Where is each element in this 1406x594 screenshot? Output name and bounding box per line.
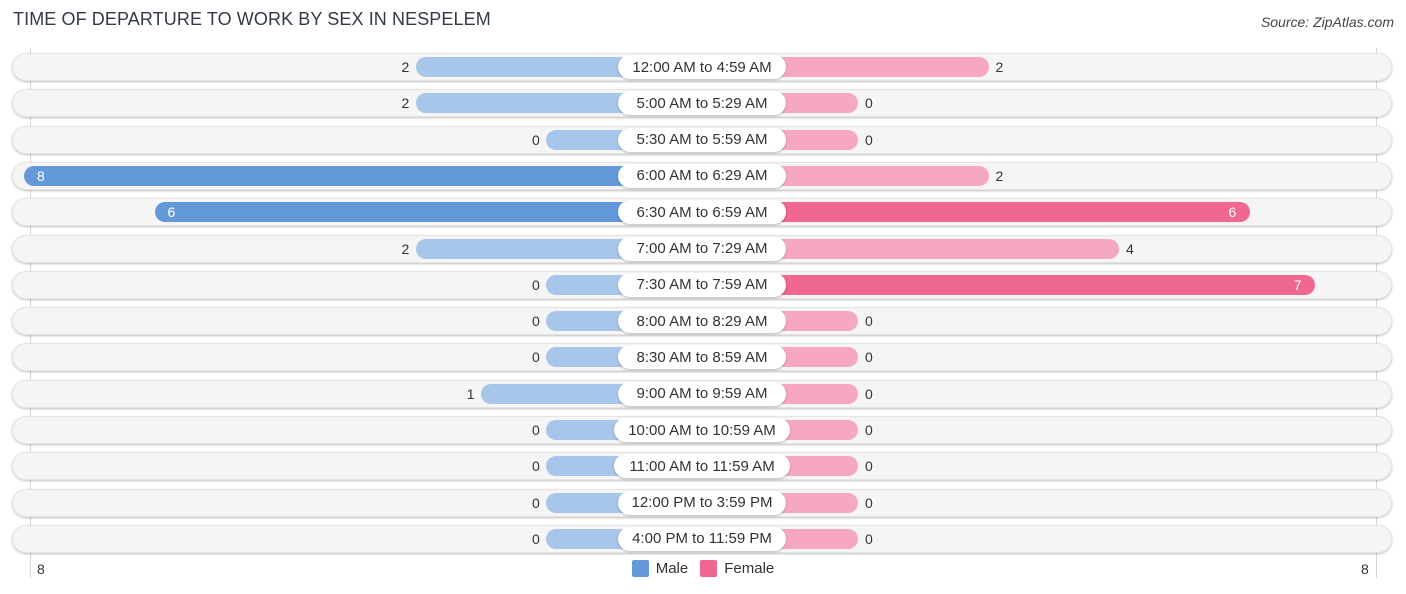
category-label: 10:00 AM to 10:59 AM [614,418,790,442]
value-label-female: 0 [865,385,873,402]
value-label-female: 0 [865,131,873,148]
legend-swatch-female [700,560,718,577]
legend-item-male[interactable]: Male [631,560,689,577]
legend-label-male: Male [655,560,689,577]
category-label: 8:30 AM to 8:59 AM [618,345,786,370]
value-label-male: 1 [466,385,475,402]
legend-label-female: Female [724,560,775,577]
value-label-female: 0 [865,494,873,511]
value-label-male: 0 [532,131,540,148]
value-label-female: 0 [865,422,873,438]
value-label-male: 8 [37,167,45,184]
value-label-female: 0 [865,349,873,366]
value-label-male: 0 [532,276,540,293]
bar-female[interactable] [700,274,1315,295]
legend: Male Female [0,560,1406,577]
value-label-male: 0 [532,422,540,438]
category-label: 5:30 AM to 5:59 AM [618,127,786,152]
value-label-female: 6 [1228,204,1237,221]
category-label: 6:00 AM to 6:29 AM [618,163,786,188]
category-label: 11:00 AM to 11:59 AM [614,454,790,479]
legend-swatch-male [631,560,649,577]
value-label-female: 0 [865,95,873,112]
legend-item-female[interactable]: Female [700,560,774,577]
category-label: 7:00 AM to 7:29 AM [618,236,786,261]
value-label-female: 2 [995,167,1004,184]
value-label-male: 0 [532,458,540,475]
value-label-female: 7 [1293,276,1302,293]
category-label: 12:00 PM to 3:59 PM [618,490,786,515]
category-label: 9:00 AM to 9:59 AM [618,381,786,406]
value-label-male: 0 [532,494,540,511]
value-label-male: 0 [532,313,540,330]
category-label: 6:30 AM to 6:59 AM [618,200,786,225]
category-label: 8:00 AM to 8:29 AM [618,309,786,334]
value-label-male: 6 [167,204,176,221]
chart-title: TIME OF DEPARTURE TO WORK BY SEX IN NESP… [13,9,491,29]
value-label-female: 4 [1126,240,1134,257]
value-label-male: 0 [532,530,540,547]
value-label-male: 0 [532,349,540,366]
category-label: 4:00 PM to 11:59 PM [618,526,786,551]
category-label: 7:30 AM to 7:59 AM [618,272,786,297]
value-label-male: 2 [401,59,410,75]
category-label: 12:00 AM to 4:59 AM [618,55,786,79]
value-label-male: 2 [401,95,410,112]
value-label-male: 2 [401,240,410,257]
category-label: 5:00 AM to 5:29 AM [618,91,786,116]
value-label-female: 0 [865,458,873,475]
bar-male[interactable] [24,165,704,186]
value-label-female: 2 [995,59,1004,75]
value-label-female: 0 [865,530,873,547]
source-credit: Source: ZipAtlas.com [1260,14,1394,30]
value-label-female: 0 [865,313,873,330]
